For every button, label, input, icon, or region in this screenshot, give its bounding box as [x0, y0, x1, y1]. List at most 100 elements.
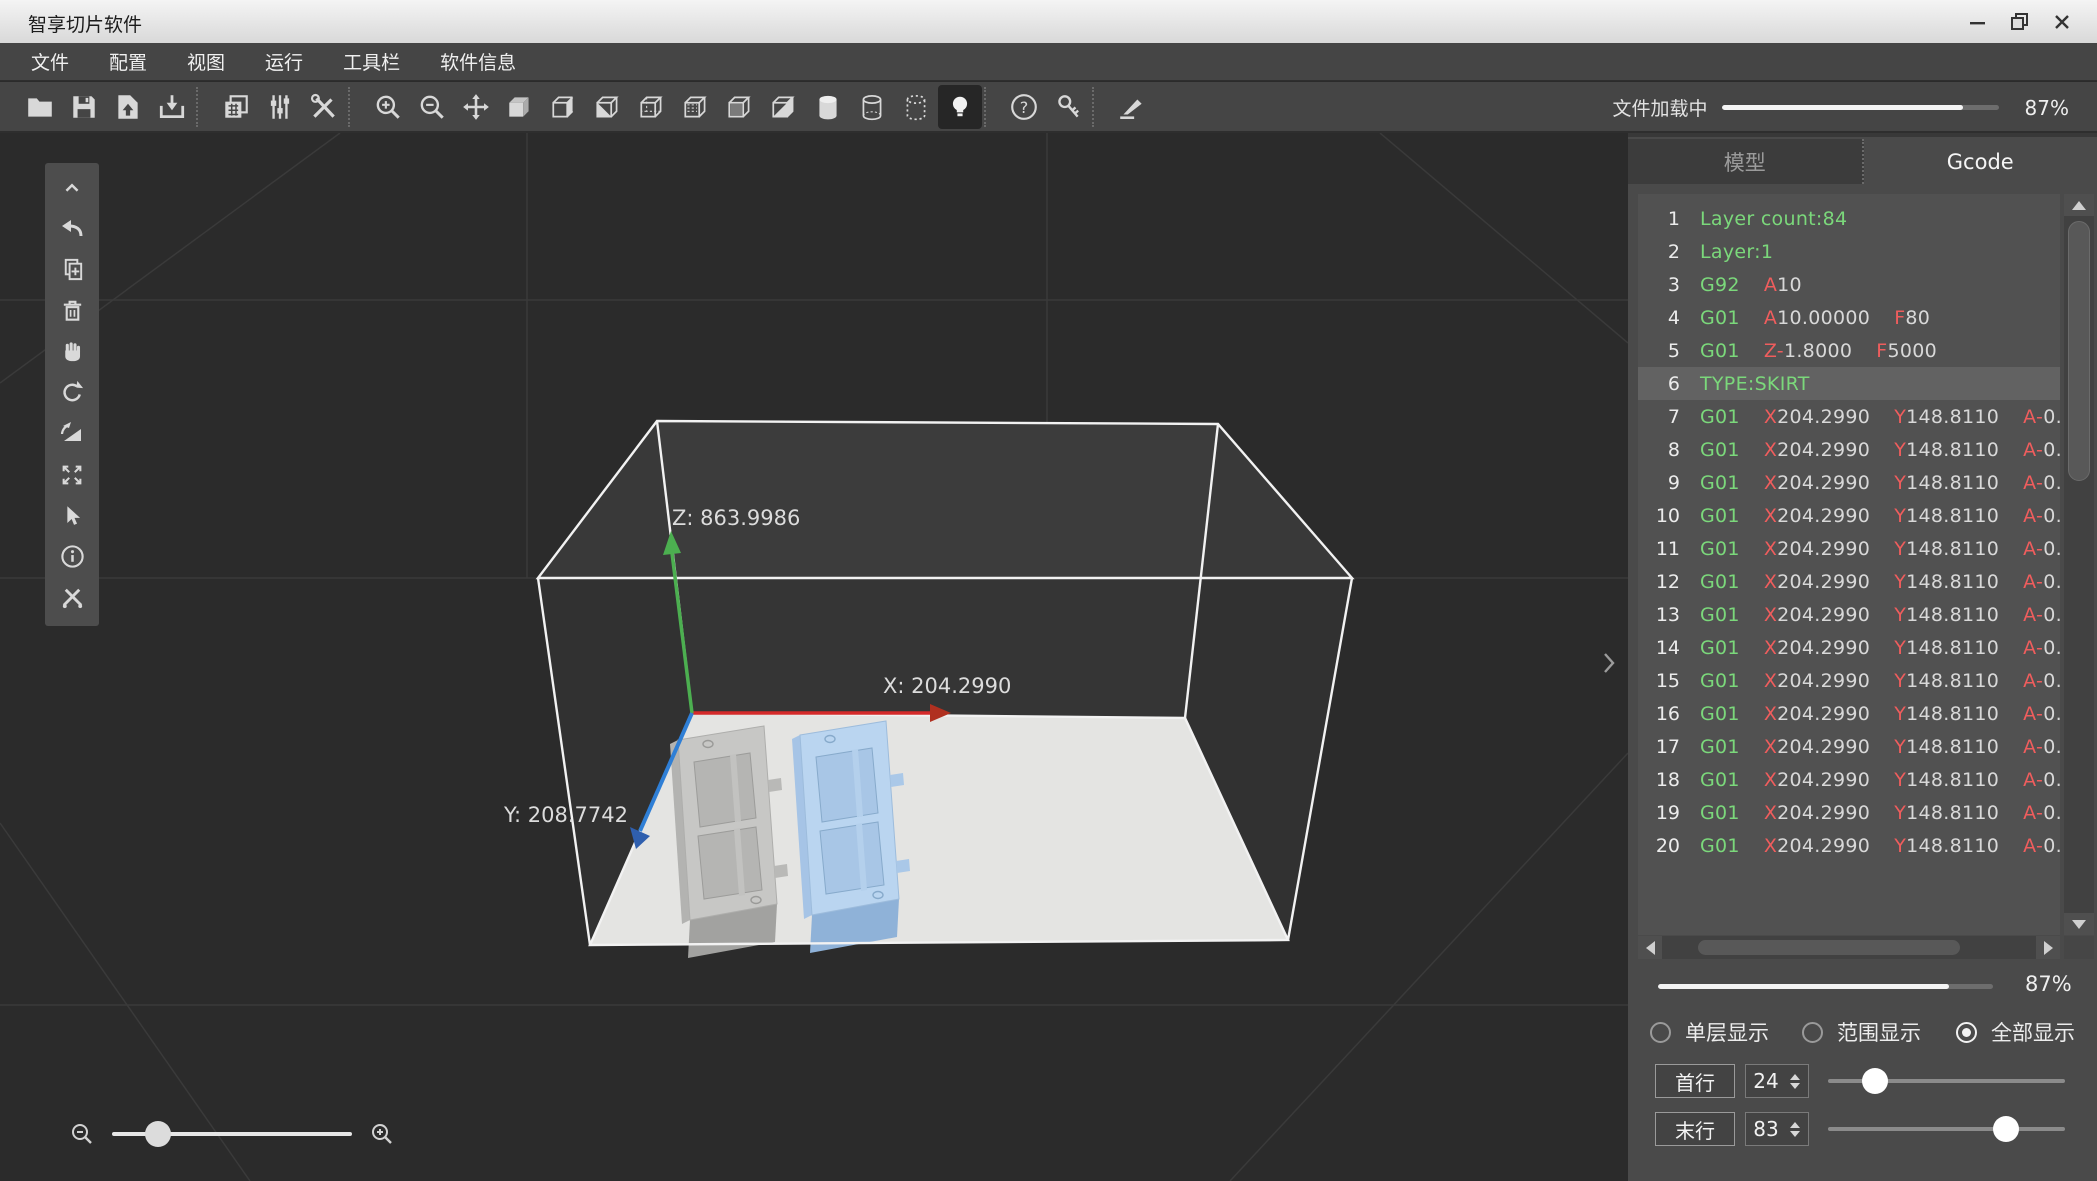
panel-collapse-handle[interactable]: [1596, 645, 1622, 681]
minimize-button[interactable]: [1961, 8, 1995, 36]
rotate-button[interactable]: [45, 372, 99, 413]
delete-button[interactable]: [45, 290, 99, 331]
parameters-button[interactable]: [258, 85, 302, 129]
first-line-button[interactable]: 首行: [1655, 1064, 1735, 1098]
view-cube-left-button[interactable]: [586, 85, 630, 129]
gcode-horizontal-scrollbar[interactable]: [1638, 936, 2060, 959]
viewport-zoom-thumb[interactable]: [145, 1121, 171, 1147]
gcode-row[interactable]: 16G01X204.2990Y148.8110A-0.86580: [1638, 697, 2060, 730]
export-file-button[interactable]: [150, 85, 194, 129]
spinner-arrows-icon[interactable]: [1786, 1122, 1804, 1137]
menu-config[interactable]: 配置: [109, 48, 147, 75]
measure-blade-button[interactable]: [1110, 85, 1154, 129]
save-button[interactable]: [62, 85, 106, 129]
cylinder-wire-button[interactable]: [850, 85, 894, 129]
gcode-row[interactable]: 8G01X204.2990Y148.8110A-0.86580: [1638, 433, 2060, 466]
spinner-arrows-icon[interactable]: [1786, 1074, 1804, 1089]
gcode-row[interactable]: 10G01X204.2990Y148.8110A-0.86580: [1638, 499, 2060, 532]
first-line-row: 首行 24: [1628, 1064, 2097, 1098]
fit-view-button[interactable]: [45, 454, 99, 495]
cylinder-solid-button[interactable]: [806, 85, 850, 129]
copy-settings-button[interactable]: [214, 85, 258, 129]
scroll-left-button[interactable]: [1638, 936, 1662, 959]
viewport-3d[interactable]: X: 204.2990 Z: 863.9986 Y: 208.7742: [0, 133, 1628, 1181]
gcode-row[interactable]: 4G01A10.00000F80: [1638, 301, 2060, 334]
close-button[interactable]: [2045, 8, 2079, 36]
toolbar-separator: [1092, 87, 1108, 127]
zoom-out-button[interactable]: [410, 85, 454, 129]
last-line-spinner[interactable]: 83: [1745, 1112, 1809, 1146]
last-line-slider-thumb[interactable]: [1993, 1116, 2019, 1142]
license-key-button[interactable]: [1046, 85, 1090, 129]
gcode-row[interactable]: 2Layer:1: [1638, 235, 2060, 268]
view-cube-back-button[interactable]: [542, 85, 586, 129]
menu-toolbar[interactable]: 工具栏: [343, 48, 400, 75]
display-mode-group: 单层显示 范围显示 全部显示: [1628, 1017, 2097, 1045]
view-cube-open-button[interactable]: [718, 85, 762, 129]
vertical-scroll-thumb[interactable]: [2068, 221, 2090, 481]
view-cube-wire-button[interactable]: [630, 85, 674, 129]
radio-show-all[interactable]: 全部显示: [1956, 1017, 2075, 1047]
first-line-slider[interactable]: [1828, 1079, 2065, 1083]
menu-view[interactable]: 视图: [187, 48, 225, 75]
view-cube-section-button[interactable]: [762, 85, 806, 129]
gcode-row[interactable]: 9G01X204.2990Y148.8110A-0.86580: [1638, 466, 2060, 499]
undo-button[interactable]: [45, 208, 99, 249]
gcode-vertical-scrollbar[interactable]: [2064, 194, 2094, 935]
gcode-row[interactable]: 18G01X204.2990Y148.8110A-0.86580: [1638, 763, 2060, 796]
menu-run[interactable]: 运行: [265, 48, 303, 75]
first-line-spinner[interactable]: 24: [1745, 1064, 1809, 1098]
pan-button[interactable]: [45, 331, 99, 372]
view-cube-dashed-button[interactable]: [674, 85, 718, 129]
import-file-button[interactable]: [106, 85, 150, 129]
gcode-list[interactable]: 1Layer count:842Layer:13G92A104G01A10.00…: [1638, 194, 2060, 935]
gcode-row[interactable]: 7G01X204.2990Y148.8110A-0.86580: [1638, 400, 2060, 433]
tools-button[interactable]: [302, 85, 346, 129]
gcode-row[interactable]: 20G01X204.2990Y148.8110A-0.86580: [1638, 829, 2060, 862]
gcode-row[interactable]: 19G01X204.2990Y148.8110A-0.86580: [1638, 796, 2060, 829]
gcode-row[interactable]: 11G01X204.2990Y148.8110A-0.86580: [1638, 532, 2060, 565]
move-button[interactable]: [454, 85, 498, 129]
menu-about[interactable]: 软件信息: [440, 48, 516, 75]
help-button[interactable]: ?: [1002, 85, 1046, 129]
info-button[interactable]: [45, 536, 99, 577]
horizontal-scroll-thumb[interactable]: [1698, 940, 1960, 955]
duplicate-model-button[interactable]: [45, 249, 99, 290]
gcode-row[interactable]: 14G01X204.2990Y148.8110A-0.86580: [1638, 631, 2060, 664]
scroll-right-button[interactable]: [2036, 936, 2060, 959]
gcode-row[interactable]: 3G92A10: [1638, 268, 2060, 301]
last-line-button[interactable]: 末行: [1655, 1112, 1735, 1146]
gcode-row[interactable]: 17G01X204.2990Y148.8110A-0.86580: [1638, 730, 2060, 763]
gcode-token: A-0.86580: [2023, 736, 2060, 758]
zoom-out-small-button[interactable]: [68, 1120, 96, 1148]
gcode-row[interactable]: 12G01X204.2990Y148.8110A-0.86580: [1638, 565, 2060, 598]
zoom-in-button[interactable]: [366, 85, 410, 129]
cylinder-points-button[interactable]: [894, 85, 938, 129]
zoom-in-small-button[interactable]: [368, 1120, 396, 1148]
light-toggle-button[interactable]: [938, 85, 982, 129]
radio-range-display[interactable]: 范围显示: [1802, 1017, 1921, 1047]
scroll-down-button[interactable]: [2064, 913, 2094, 935]
last-line-slider[interactable]: [1828, 1127, 2065, 1131]
gcode-row[interactable]: 6TYPE:SKIRT: [1638, 367, 2060, 400]
select-button[interactable]: [45, 495, 99, 536]
radio-single-layer[interactable]: 单层显示: [1650, 1017, 1769, 1047]
tab-model[interactable]: 模型: [1628, 139, 1864, 184]
mirror-button[interactable]: [45, 413, 99, 454]
scroll-up-button[interactable]: [2064, 194, 2094, 216]
gcode-row[interactable]: 1Layer count:84: [1638, 202, 2060, 235]
collapse-up-button[interactable]: [45, 167, 99, 208]
restore-button[interactable]: [2003, 8, 2037, 36]
first-line-slider-thumb[interactable]: [1862, 1068, 1888, 1094]
triangle-right-icon: [2044, 941, 2053, 955]
gcode-row[interactable]: 13G01X204.2990Y148.8110A-0.86580: [1638, 598, 2060, 631]
gcode-row[interactable]: 5G01Z-1.8000F5000: [1638, 334, 2060, 367]
tab-gcode[interactable]: Gcode: [1864, 139, 2097, 184]
view-cube-dashed-icon: [681, 92, 711, 122]
open-folder-button[interactable]: [18, 85, 62, 129]
view-cube-solid-button[interactable]: [498, 85, 542, 129]
viewport-zoom-slider[interactable]: [112, 1132, 352, 1136]
menu-file[interactable]: 文件: [31, 48, 69, 75]
gcode-row[interactable]: 15G01X204.2990Y148.8110A-0.86580: [1638, 664, 2060, 697]
cut-tools-button[interactable]: [45, 577, 99, 618]
